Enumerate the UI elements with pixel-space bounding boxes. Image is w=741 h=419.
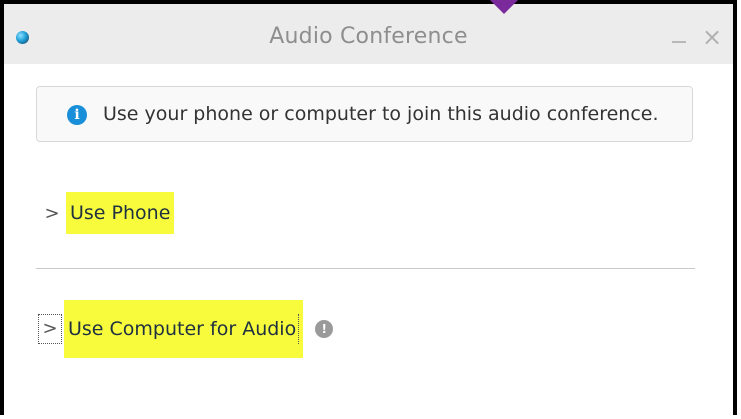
use-computer-audio-label[interactable]: Use Computer for Audio: [68, 314, 300, 344]
info-text: Use your phone or computer to join this …: [103, 103, 659, 125]
audio-conference-window: Audio Conference × i Use your phone or c…: [0, 0, 737, 415]
use-computer-audio-highlight[interactable]: Use Computer for Audio: [64, 300, 304, 358]
use-phone-option[interactable]: > Use Phone: [42, 192, 175, 234]
help-icon[interactable]: !: [315, 320, 334, 338]
info-banner: i Use your phone or computer to join thi…: [36, 86, 693, 142]
chevron-right-icon[interactable]: >: [38, 314, 62, 344]
window-title: Audio Conference: [269, 24, 468, 49]
close-button[interactable]: ×: [697, 22, 727, 52]
use-computer-audio-option[interactable]: > Use Computer for Audio !: [38, 300, 334, 358]
minimize-button[interactable]: [665, 22, 695, 52]
info-icon: i: [67, 105, 87, 125]
use-phone-label[interactable]: Use Phone: [66, 192, 175, 234]
title-bar[interactable]: Audio Conference ×: [4, 4, 733, 64]
annotation-arrow-icon: [490, 0, 518, 14]
section-divider: [36, 268, 695, 269]
chevron-right-icon[interactable]: >: [42, 203, 62, 224]
